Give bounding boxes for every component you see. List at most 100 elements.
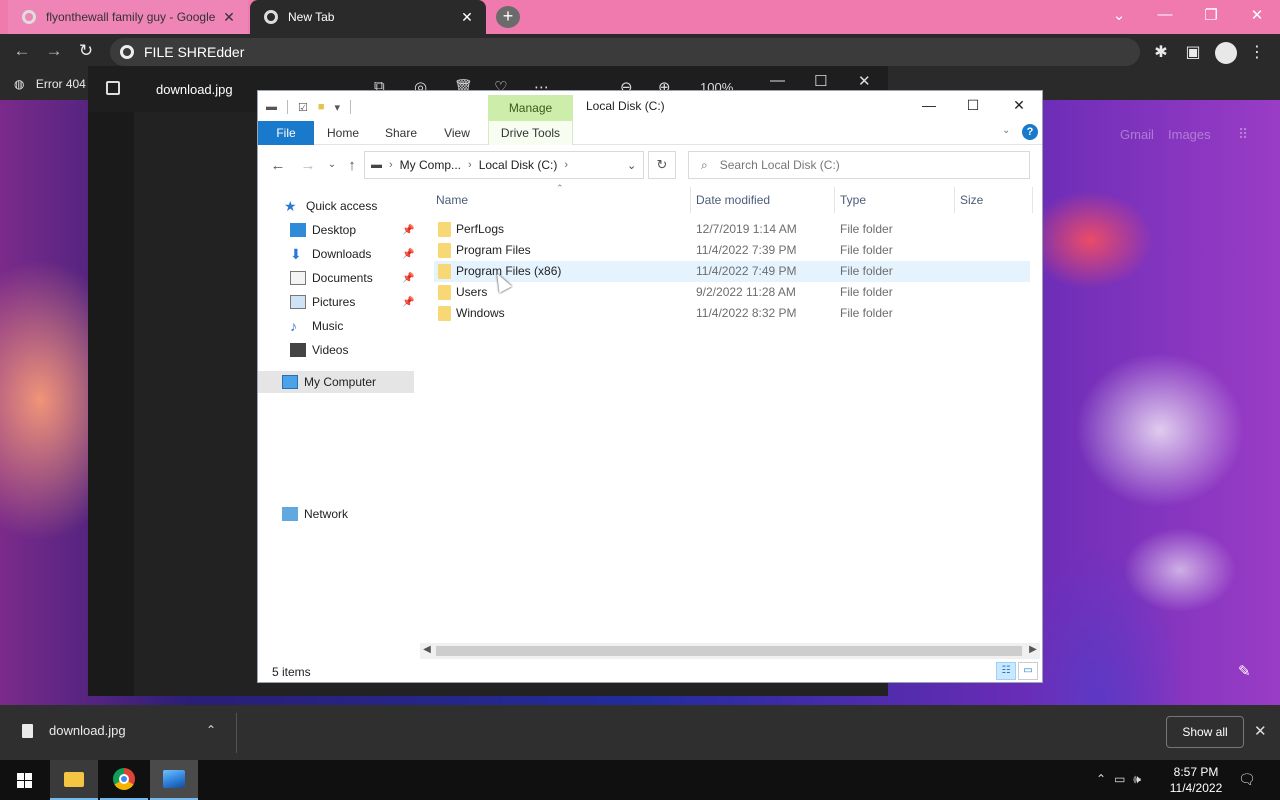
taskbar-photos[interactable] (150, 760, 198, 800)
forward-icon[interactable]: → (42, 41, 66, 61)
minimize-icon[interactable]: — (916, 97, 942, 113)
nav-my-computer[interactable]: My Computer (258, 371, 414, 393)
taskbar-clock[interactable]: 8:57 PM 11/4/2022 (1164, 764, 1228, 796)
tab-new-tab[interactable]: New Tab ✕ (250, 0, 486, 34)
close-icon[interactable]: ✕ (1254, 722, 1267, 740)
address-dropdown-icon[interactable]: ⌄ (627, 159, 636, 172)
profile-avatar[interactable] (1215, 42, 1237, 64)
tab-drive-tools[interactable]: Drive Tools (488, 121, 573, 145)
nav-music[interactable]: ♪ Music (290, 315, 343, 337)
explorer-titlebar: ▬ ☑ ■ ▾ Manage Local Disk (C:) — ☐ ✕ (258, 91, 1042, 121)
breadcrumb-my-computer[interactable]: My Comp... (400, 158, 461, 172)
tab-google-search[interactable]: flyonthewall family guy - Google ✕ (8, 0, 248, 34)
breadcrumb-chevron-icon[interactable]: › (564, 159, 568, 171)
side-panel-icon[interactable]: ▣ (1182, 42, 1204, 62)
omnibox[interactable]: FILE SHREdder (110, 38, 1140, 66)
item-count: 5 items (272, 665, 311, 679)
chevron-up-icon[interactable]: ⌃ (206, 723, 216, 737)
download-item[interactable]: download.jpg (22, 723, 126, 738)
ribbon-expand-chevron-icon[interactable]: ⌄ (1002, 125, 1010, 136)
pin-icon[interactable]: 📌 (402, 297, 414, 308)
column-date-modified[interactable]: Date modified (696, 193, 770, 207)
pin-icon[interactable]: 📌 (402, 273, 414, 284)
apps-grid-icon[interactable]: ⠿ (1238, 126, 1254, 142)
large-icons-view-icon[interactable]: ▭ (1018, 662, 1038, 680)
music-note-icon: ♪ (290, 318, 297, 334)
menu-kebab-icon[interactable]: ⋮ (1246, 42, 1268, 62)
table-row[interactable]: Program Files (x86) 11/4/2022 7:49 PM Fi… (434, 261, 1030, 282)
bookmark-error-404[interactable]: ◍ Error 404 (14, 77, 86, 91)
close-window-icon[interactable]: ✕ (1242, 6, 1272, 24)
table-row[interactable]: Program Files 11/4/2022 7:39 PM File fol… (434, 240, 1030, 261)
reload-icon[interactable]: ↻ (74, 41, 98, 61)
scroll-left-icon[interactable]: ◀ (420, 644, 434, 655)
tab-file[interactable]: File (258, 121, 314, 145)
up-arrow-icon[interactable]: ↑ (342, 157, 362, 174)
search-input[interactable] (719, 158, 1010, 172)
scrollbar-thumb[interactable] (436, 646, 1022, 656)
nav-documents[interactable]: Documents (290, 267, 373, 289)
refresh-icon[interactable]: ↻ (648, 151, 676, 179)
close-icon[interactable]: ✕ (458, 9, 476, 26)
tab-share[interactable]: Share (376, 121, 426, 145)
ribbon-tabs: File Home Share View Drive Tools ⌄ ? (258, 121, 1042, 145)
breadcrumb-chevron-icon[interactable]: › (468, 159, 472, 171)
close-icon[interactable]: ✕ (1006, 97, 1032, 114)
help-icon[interactable]: ? (1022, 124, 1038, 140)
manage-contextual-tab[interactable]: Manage (488, 95, 573, 121)
google-g-icon (22, 10, 36, 24)
start-button[interactable] (0, 760, 48, 800)
volume-icon[interactable]: 🕪 (1133, 772, 1141, 787)
show-hidden-icons-chevron-icon[interactable]: ⌃ (1096, 772, 1106, 787)
extensions-puzzle-icon[interactable]: ✱ (1150, 42, 1172, 62)
scroll-right-icon[interactable]: ▶ (1026, 644, 1040, 655)
nav-network[interactable]: Network (282, 503, 348, 525)
notification-center-icon[interactable]: 🗨 (1238, 771, 1256, 788)
properties-checkbox-icon[interactable]: ☑ (298, 101, 308, 114)
table-row[interactable]: Users 9/2/2022 11:28 AM File folder (434, 282, 1030, 303)
customize-pencil-icon[interactable]: ✎ (1238, 662, 1251, 680)
gmail-link[interactable]: Gmail (1120, 127, 1154, 142)
tab-view[interactable]: View (432, 121, 482, 145)
nav-desktop[interactable]: Desktop (290, 219, 356, 241)
taskbar-file-explorer[interactable] (50, 760, 98, 800)
tab-home[interactable]: Home (318, 121, 368, 145)
horizontal-scrollbar[interactable]: ◀ ▶ (420, 643, 1040, 659)
new-tab-button[interactable]: + (496, 6, 520, 28)
search-box[interactable]: ⌕ (688, 151, 1030, 179)
column-type[interactable]: Type (840, 193, 866, 207)
recent-locations-chevron-icon[interactable]: ⌄ (322, 159, 342, 170)
network-icon[interactable]: ▭ (1114, 772, 1125, 787)
column-name[interactable]: Name (436, 193, 468, 207)
restore-icon[interactable]: ❐ (1196, 6, 1226, 24)
nav-quick-access[interactable]: ★ Quick access (284, 195, 377, 217)
breadcrumb-chevron-icon[interactable]: › (389, 159, 393, 171)
column-size[interactable]: Size (960, 193, 983, 207)
file-date: 11/4/2022 7:49 PM (696, 264, 797, 278)
close-icon[interactable]: ✕ (858, 72, 871, 90)
table-row[interactable]: Windows 11/4/2022 8:32 PM File folder (434, 303, 1030, 324)
close-icon[interactable]: ✕ (220, 9, 238, 26)
tab-search-chevron-icon[interactable]: ⌄ (1104, 6, 1134, 24)
address-bar[interactable]: ▬ › My Comp... › Local Disk (C:) › ⌄ (364, 151, 644, 179)
pin-icon[interactable]: 📌 (402, 249, 414, 260)
details-view-icon[interactable]: ☷ (996, 662, 1016, 680)
minimize-icon[interactable]: — (770, 72, 785, 89)
nav-pictures[interactable]: Pictures (290, 291, 355, 313)
pin-icon[interactable]: 📌 (402, 225, 414, 236)
breadcrumb-local-disk[interactable]: Local Disk (C:) (479, 158, 558, 172)
back-icon[interactable]: ← (10, 41, 34, 61)
nav-downloads[interactable]: ⬇ Downloads (290, 243, 371, 265)
customize-dropdown-icon[interactable]: ▾ (335, 101, 341, 114)
forward-arrow-icon[interactable]: → (298, 157, 318, 174)
images-link[interactable]: Images (1168, 127, 1211, 142)
maximize-icon[interactable]: ☐ (960, 97, 986, 114)
table-row[interactable]: PerfLogs 12/7/2019 1:14 AM File folder (434, 219, 1030, 240)
show-all-button[interactable]: Show all (1166, 716, 1244, 748)
maximize-icon[interactable]: ☐ (814, 72, 827, 90)
nav-videos[interactable]: Videos (290, 339, 348, 361)
minimize-icon[interactable]: — (1150, 6, 1180, 23)
new-folder-icon[interactable]: ■ (318, 101, 325, 113)
taskbar-chrome[interactable] (100, 760, 148, 800)
back-arrow-icon[interactable]: ← (268, 157, 288, 174)
